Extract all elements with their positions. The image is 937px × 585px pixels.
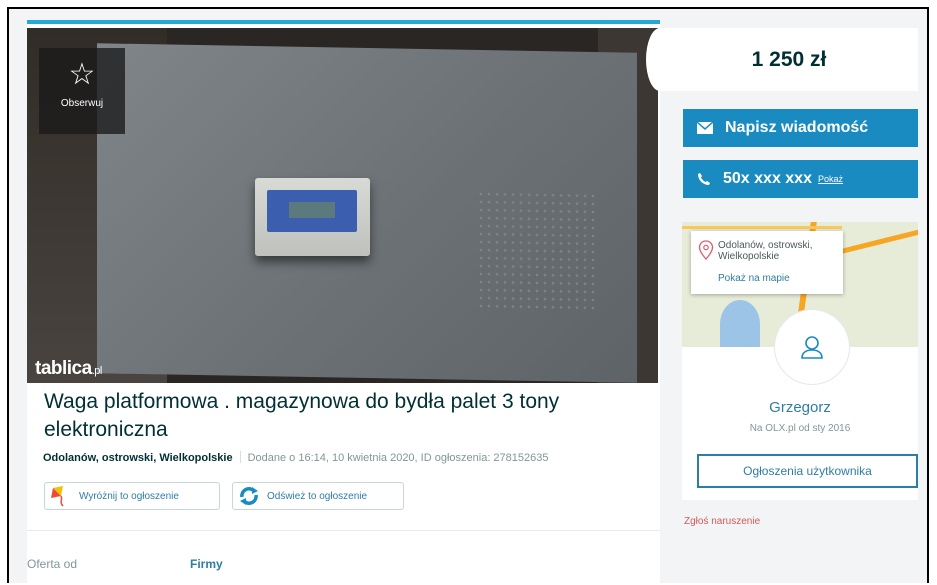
seller-since: Na OLX.pl od sty 2016 — [749, 423, 851, 434]
map-address-popup: Odolanów, ostrowski, Wielkopolskie Pokaż… — [691, 231, 843, 294]
phone-icon — [698, 173, 710, 185]
map-address: Odolanów, ostrowski, Wielkopolskie — [718, 240, 813, 262]
highlight-ad-button[interactable]: Wyróżnij to ogłoszenie — [44, 482, 220, 510]
brand-watermark: tablica.pl — [35, 358, 102, 380]
listing-card: ☆ Obserwuj tablica.pl Waga platformowa .… — [27, 20, 660, 585]
listing-location: Odolanów, ostrowski, Wielkopolskie — [43, 452, 233, 464]
send-message-button[interactable]: Napisz wiadomość — [683, 109, 918, 147]
user-icon — [801, 336, 823, 359]
listing-meta: Odolanów, ostrowski, Wielkopolskie Dodane… — [43, 451, 549, 464]
phone-number: 50x xxx xxx — [723, 170, 812, 187]
watch-button[interactable]: ☆ Obserwuj — [39, 48, 125, 134]
map-road — [832, 229, 918, 256]
user-ads-button[interactable]: Ogłoszenia użytkownika — [697, 454, 918, 488]
watch-label: Obserwuj — [60, 98, 104, 109]
phone-button[interactable]: 50x xxx xxx Pokaż — [683, 160, 918, 198]
offer-from-label: Oferta od — [27, 557, 78, 571]
avatar — [775, 310, 849, 384]
refresh-ad-label: Odśwież to ogłoszenie — [267, 490, 368, 502]
highlight-ad-label: Wyróżnij to ogłoszenie — [79, 490, 179, 502]
report-link[interactable]: Zgłoś naruszenie — [684, 516, 760, 527]
listing-photo[interactable]: ☆ Obserwuj tablica.pl — [27, 28, 658, 383]
listing-details: Dodane o 16:14, 10 kwietnia 2020, ID ogł… — [247, 452, 549, 464]
star-outline-icon: ☆ — [68, 58, 96, 91]
refresh-icon — [240, 487, 258, 505]
send-message-label: Napisz wiadomość — [725, 119, 869, 136]
meta-divider — [239, 451, 241, 463]
map-water — [720, 300, 760, 347]
refresh-ad-button[interactable]: Odśwież to ogłoszenie — [232, 482, 404, 510]
show-on-map-link[interactable]: Pokaż na mapie — [718, 273, 790, 284]
kite-icon — [51, 486, 64, 507]
scale-panel — [267, 190, 357, 232]
brand-tld: .pl — [91, 365, 103, 377]
price-value: 1 250 zł — [751, 47, 827, 71]
seller-card: Odolanów, ostrowski, Wielkopolskie Pokaż… — [682, 222, 918, 500]
accent-bar — [27, 20, 660, 24]
listing-title: Waga platformowa . magazynowa do bydła p… — [44, 390, 560, 441]
map-road — [682, 226, 842, 229]
seller-name[interactable]: Grzegorz — [682, 399, 918, 416]
brand-name: tablica — [35, 358, 92, 379]
scale-indicator — [255, 178, 370, 256]
envelope-icon — [697, 122, 713, 134]
show-phone-link[interactable]: Pokaż — [818, 174, 843, 184]
section-divider — [27, 530, 660, 531]
location-pin-icon — [698, 240, 714, 260]
scale-display — [289, 202, 335, 218]
offer-from-value[interactable]: Firmy — [190, 557, 223, 571]
price-box: 1 250 zł — [646, 28, 918, 91]
